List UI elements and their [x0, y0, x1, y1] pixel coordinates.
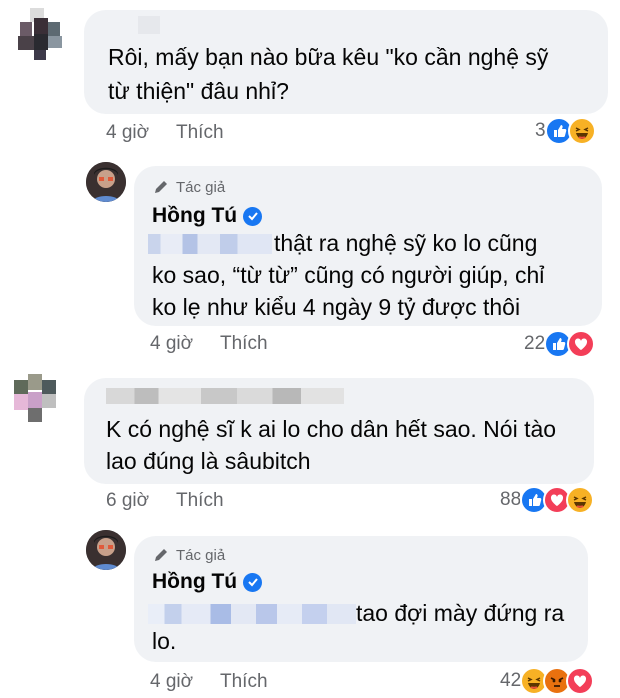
- blurred-commenter-name: [106, 388, 344, 404]
- blurred-commenter-name: [138, 16, 160, 34]
- reply-text-line-2: ko sao, “từ từ” cũng có người giúp, chỉ: [152, 262, 545, 288]
- reply-like-button[interactable]: Thích: [220, 333, 268, 355]
- reply-time[interactable]: 4 giờ: [150, 671, 193, 693]
- reaction-summary[interactable]: 3: [535, 117, 596, 145]
- author-avatar[interactable]: [86, 530, 126, 570]
- author-badge-label: Tác giả: [176, 178, 226, 196]
- reply-bubble-2: Tác giả Hồng Tú tao đợi mày đứng ra lo.: [134, 536, 588, 662]
- like-button[interactable]: Thích: [176, 122, 224, 144]
- verified-badge-icon: [243, 572, 263, 592]
- reply-bubble-1: Tác giả Hồng Tú thật ra nghệ sỹ ko lo cũ…: [134, 166, 602, 326]
- love-icon: [567, 330, 596, 358]
- reply-reaction-summary[interactable]: 42: [500, 667, 595, 695]
- author-name-text: Hồng Tú: [152, 570, 238, 593]
- comment-text-line-1: Rôi, mấy bạn nào bữa kêu "ko cần nghệ sỹ: [108, 44, 549, 70]
- verified-badge-icon: [243, 206, 263, 226]
- author-name-text: Hồng Tú: [152, 204, 238, 227]
- comment-bubble-2: K có nghệ sĩ k ai lo cho dân hết sao. Nó…: [84, 378, 594, 484]
- like-button[interactable]: Thích: [176, 490, 224, 512]
- reply-time[interactable]: 4 giờ: [150, 333, 193, 355]
- comment-text-line-2: lao đúng là sâubitch: [106, 448, 311, 474]
- reaction-count: 22: [524, 333, 546, 354]
- author-name[interactable]: Hồng Tú: [152, 204, 263, 228]
- reply-reaction-summary[interactable]: 22: [524, 330, 596, 358]
- comment-text-line-1: K có nghệ sĩ k ai lo cho dân hết sao. Nó…: [106, 416, 557, 442]
- blurred-mention: [148, 604, 356, 624]
- reply-like-button[interactable]: Thích: [220, 671, 268, 693]
- author-name[interactable]: Hồng Tú: [152, 570, 263, 594]
- haha-icon: [566, 486, 595, 514]
- reply-text-line-1: thật ra nghệ sỹ ko lo cũng: [274, 230, 538, 256]
- reply-text-line-1: tao đợi mày đứng ra: [356, 600, 565, 626]
- comment-time[interactable]: 6 giờ: [106, 490, 149, 512]
- love-icon: [566, 667, 595, 695]
- blurred-mention: [148, 234, 272, 254]
- reply-text-line-3: ko lẹ như kiểu 4 ngày 9 tỷ được thôi: [152, 294, 521, 320]
- author-badge: Tác giả: [152, 546, 225, 564]
- pencil-icon: [155, 181, 167, 193]
- reply-text-line-2: lo.: [152, 628, 177, 654]
- comment-bubble-1: Rôi, mấy bạn nào bữa kêu "ko cần nghệ sỹ…: [84, 10, 608, 114]
- reaction-summary[interactable]: 88: [500, 486, 595, 514]
- reaction-count: 42: [500, 670, 522, 691]
- comment-time[interactable]: 4 giờ: [106, 122, 149, 144]
- author-badge-label: Tác giả: [176, 546, 226, 564]
- pencil-icon: [155, 549, 167, 561]
- commenter-avatar-1[interactable]: [0, 0, 66, 60]
- author-badge: Tác giả: [152, 178, 225, 196]
- author-avatar[interactable]: [86, 162, 126, 202]
- haha-icon: [567, 117, 596, 145]
- commenter-avatar-2[interactable]: [0, 364, 66, 424]
- reaction-count: 3: [535, 120, 546, 141]
- comment-text-line-2: từ thiện" đâu nhỉ?: [108, 78, 289, 104]
- reaction-count: 88: [500, 489, 522, 510]
